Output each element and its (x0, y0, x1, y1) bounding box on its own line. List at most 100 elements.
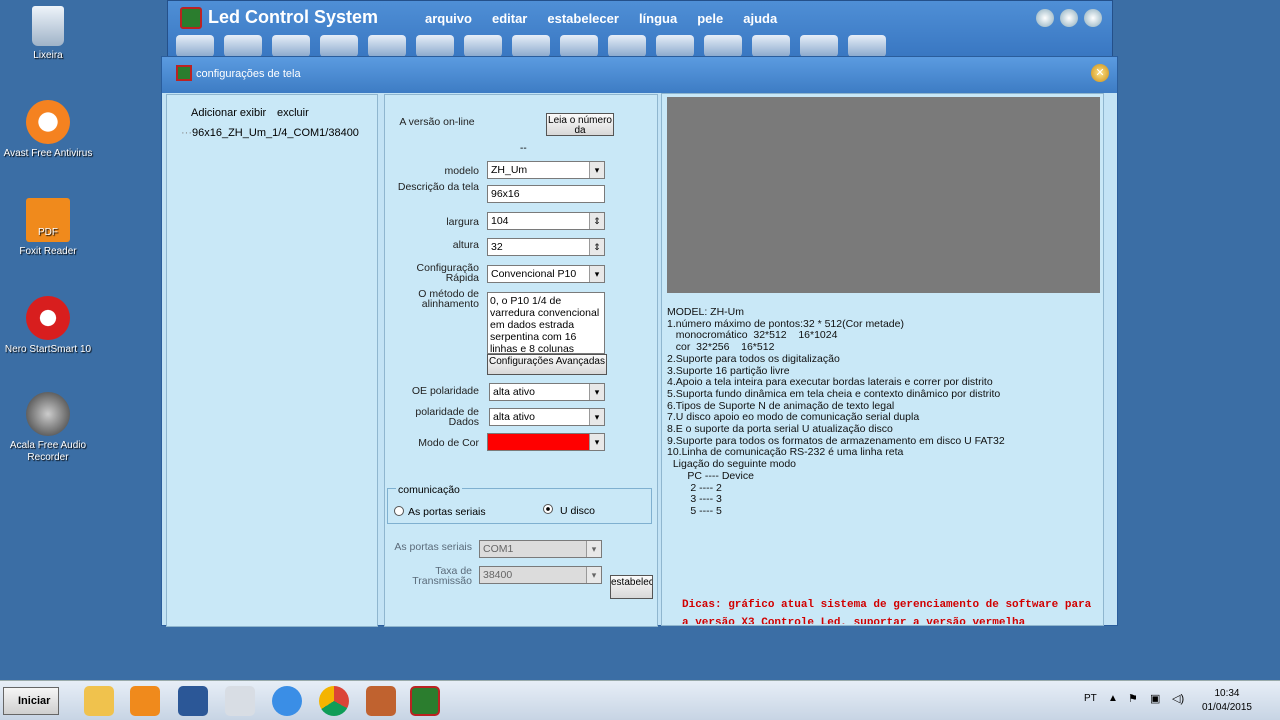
delete-icon[interactable] (656, 35, 694, 57)
quick-config-select[interactable]: Convencional P10 (487, 265, 605, 283)
serial-port-select[interactable]: COM1 (479, 540, 602, 558)
tree-connector: ··· (181, 127, 192, 139)
start-button[interactable]: Iniciar (3, 687, 59, 715)
tips-text: Dicas: gráfico atual sistema de gerencia… (682, 599, 1092, 624)
text-icon[interactable] (320, 35, 358, 57)
menu-lingua[interactable]: língua (639, 11, 677, 26)
quick-config-label: Configuração Rápida (416, 262, 479, 284)
document-icon[interactable] (416, 35, 454, 57)
menu-arquivo[interactable]: arquivo (425, 11, 472, 26)
avast-icon (26, 100, 70, 144)
dialog-title: configurações de tela (196, 68, 301, 80)
menu-editar[interactable]: editar (492, 11, 527, 26)
model-label: modelo (444, 165, 479, 177)
app-title: Led Control System (208, 7, 379, 27)
online-version-label: A versão on-line (399, 116, 475, 128)
close-icon[interactable] (1084, 9, 1102, 27)
clock-time: 10:34 (1214, 688, 1240, 699)
oe-polarity-label: OE polaridade (411, 385, 479, 397)
desktop-icon-label: Avast Free Antivirus (3, 148, 93, 159)
delete-display-link[interactable]: excluir (277, 107, 309, 119)
taskbar: Iniciar PT ▲ ⚑ ▣ ◁) 10:34 01/04/2015 (0, 680, 1280, 720)
menu-pele[interactable]: pele (697, 11, 723, 26)
desktop-icon-avast[interactable]: Avast Free Antivirus (0, 100, 96, 160)
menu-estabelecer[interactable]: estabelecer (547, 11, 619, 26)
glove-app-icon[interactable] (366, 686, 396, 716)
baud-rate-select[interactable]: 38400 (479, 566, 602, 584)
book-icon[interactable] (704, 35, 742, 57)
volume-icon[interactable]: ◁) (1172, 692, 1184, 705)
advanced-settings-button[interactable]: Configurações Avançadas (487, 354, 607, 375)
hourglass-icon[interactable] (560, 35, 598, 57)
desktop-icon-label: Acala Free Audio Recorder (9, 440, 87, 463)
led-control-taskbar-icon[interactable] (410, 686, 440, 716)
desktop-icon-lixeira[interactable]: Lixeira (0, 6, 96, 62)
dialog-logo-icon (176, 65, 192, 81)
read-version-button[interactable]: Leia o número da (546, 113, 614, 136)
color-mode-label: Modo de Cor (418, 437, 479, 449)
alignment-method-text[interactable]: 0, o P10 1/4 de varredura convencional e… (487, 292, 605, 354)
width-label: largura (446, 216, 479, 228)
start-label: Iniciar (18, 695, 51, 707)
clock[interactable]: 10:34 01/04/2015 (1202, 687, 1252, 715)
radio-udisk[interactable] (543, 504, 553, 514)
language-indicator[interactable]: PT (1084, 693, 1097, 704)
width-stepper[interactable]: 104 (487, 212, 605, 230)
menu-ajuda[interactable]: ajuda (743, 11, 777, 26)
height-stepper[interactable]: 32 (487, 238, 605, 256)
minimize-icon[interactable] (1036, 9, 1054, 27)
desktop-icon-label: Foxit Reader (19, 246, 77, 257)
edit-icon[interactable] (272, 35, 310, 57)
tools-icon[interactable] (848, 35, 886, 57)
desktop-icon-foxit[interactable]: PDF Foxit Reader (0, 198, 96, 258)
model-info-text: MODEL: ZH-Um 1.número máximo de pontos:3… (667, 306, 1005, 517)
desktop-icon-label: Lixeira (33, 50, 63, 61)
restore-icon[interactable] (1060, 9, 1078, 27)
toolbar (176, 35, 886, 57)
add-display-link[interactable]: Adicionar exibir (191, 107, 266, 119)
data-polarity-select[interactable]: alta ativo (489, 408, 605, 426)
timer-icon[interactable] (512, 35, 550, 57)
height-label: altura (452, 239, 479, 251)
open-icon[interactable] (176, 35, 214, 57)
internet-explorer-icon[interactable] (272, 686, 302, 716)
clock-date: 01/04/2015 (1201, 702, 1252, 713)
data-polarity-label: polaridade de Dados (415, 406, 479, 428)
online-version-value: -- (520, 143, 527, 154)
globe-icon[interactable] (800, 35, 838, 57)
tray-arrow-icon[interactable]: ▲ (1108, 693, 1118, 704)
set-button[interactable]: estabelecer (610, 575, 653, 599)
recycle-bin-icon (32, 6, 64, 46)
tree-item-display[interactable]: 96x16_ZH_Um_1/4_COM1/38400 (192, 127, 359, 139)
chrome-icon[interactable] (319, 686, 349, 716)
media-player-icon[interactable] (130, 686, 160, 716)
calculator-icon[interactable] (225, 686, 255, 716)
network-icon[interactable]: ▣ (1150, 692, 1160, 705)
oe-polarity-select[interactable]: alta ativo (489, 383, 605, 401)
cloud-icon[interactable] (608, 35, 646, 57)
explorer-icon[interactable] (84, 686, 114, 716)
menu-bar: arquivo editar estabelecer língua pele a… (425, 11, 777, 26)
screen-preview (667, 97, 1100, 293)
radio-udisk-label: U disco (560, 505, 596, 517)
alignment-method-label: O método de alinhamento (418, 288, 479, 310)
word-icon[interactable] (178, 686, 208, 716)
app-logo-icon (180, 7, 202, 29)
image-icon[interactable] (368, 35, 406, 57)
window-controls (1036, 9, 1102, 27)
desktop-icon-nero[interactable]: Nero StartSmart 10 (0, 296, 96, 356)
model-select[interactable]: ZH_Um (487, 161, 605, 179)
save-icon[interactable] (224, 35, 262, 57)
color-icon[interactable] (752, 35, 790, 57)
flag-icon[interactable]: ⚑ (1128, 692, 1138, 705)
serial-ports-label: As portas seriais (394, 541, 472, 553)
speaker-icon (26, 392, 70, 436)
communication-group: comunicação As portas seriais U disco (387, 484, 652, 524)
dialog-close-icon[interactable]: ✕ (1091, 64, 1109, 82)
screen-description-input[interactable]: 96x16 (487, 185, 605, 203)
desktop-icon-acala[interactable]: Acala Free Audio Recorder (0, 392, 96, 464)
clock-icon[interactable] (464, 35, 502, 57)
radio-serial[interactable] (394, 506, 404, 516)
color-mode-select[interactable] (487, 433, 605, 451)
nero-icon (26, 296, 70, 340)
